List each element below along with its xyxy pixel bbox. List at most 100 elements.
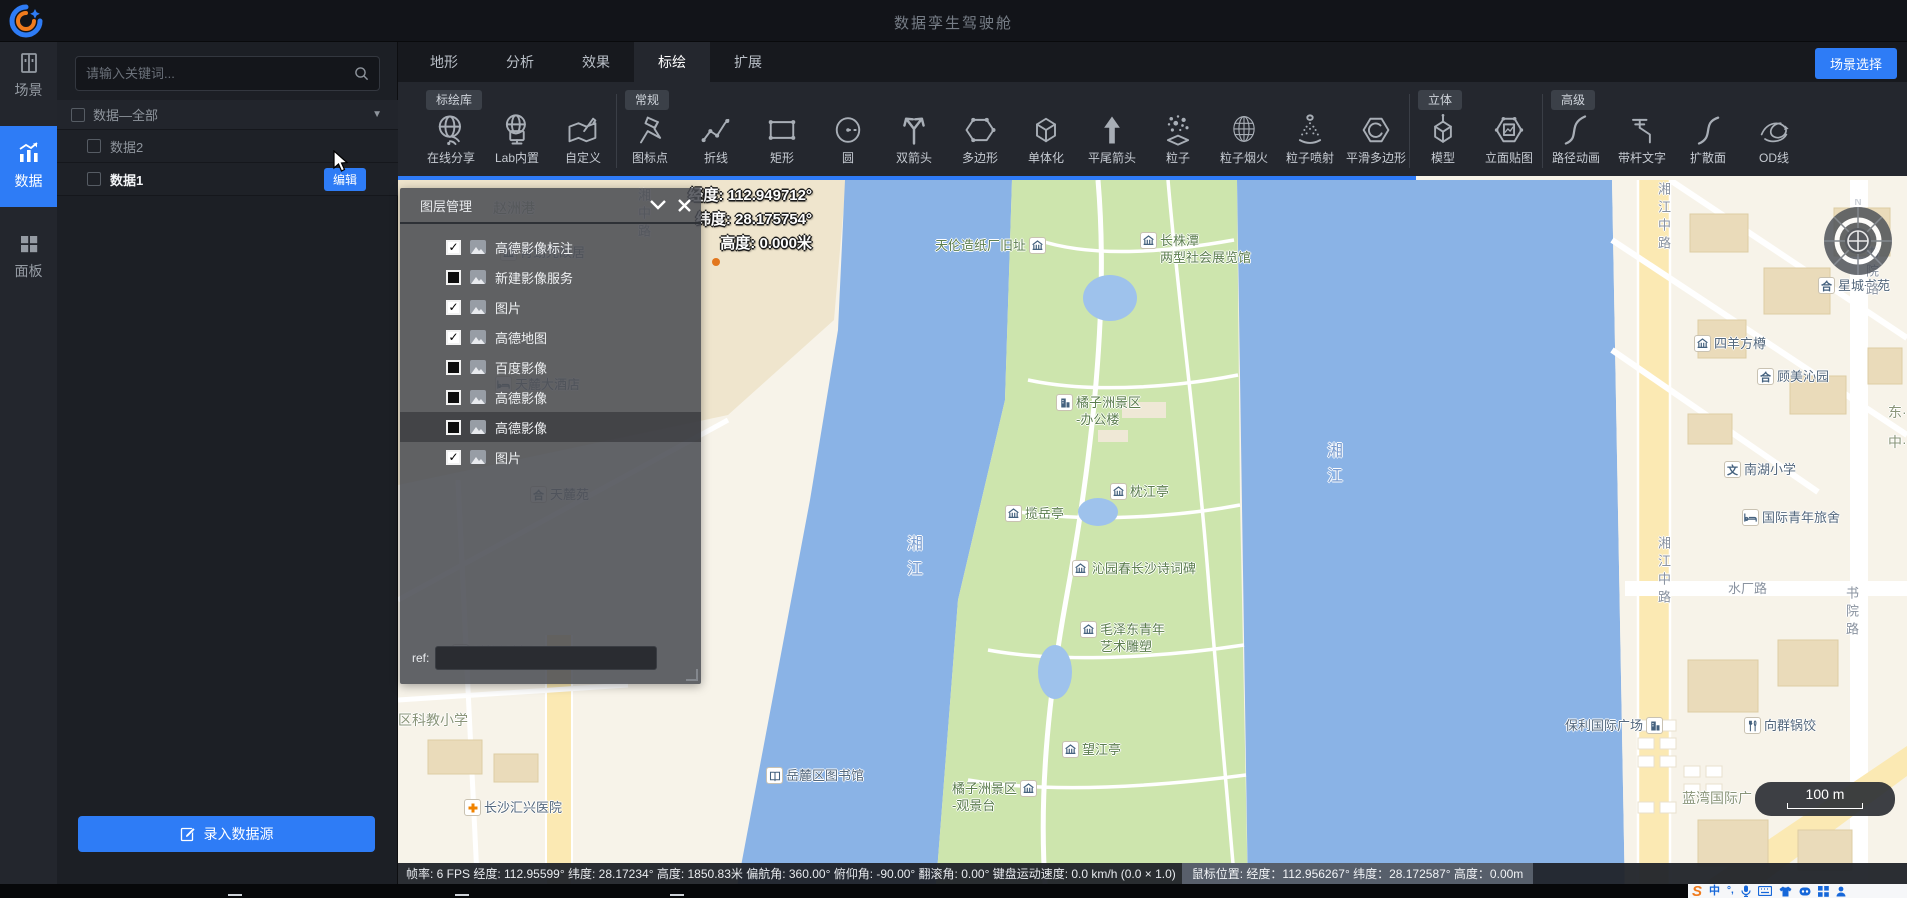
keyboard-icon[interactable] bbox=[1758, 886, 1772, 896]
layer-checkbox[interactable]: ✓ bbox=[446, 330, 461, 345]
tool-路径动画[interactable]: 路径动画 bbox=[1543, 112, 1609, 166]
tab-扩展[interactable]: 扩展 bbox=[710, 42, 786, 82]
tool-平滑多边形[interactable]: 平滑多边形 bbox=[1343, 112, 1409, 166]
sidebar-item-数据[interactable]: 数据 bbox=[0, 126, 57, 207]
item-checkbox[interactable] bbox=[87, 139, 101, 153]
layer-label: 图片 bbox=[495, 298, 521, 317]
layer-checkbox[interactable] bbox=[446, 390, 461, 405]
collapse-icon[interactable] bbox=[650, 200, 666, 210]
layer-row-高德影像标注[interactable]: ✓高德影像标注 bbox=[400, 232, 701, 262]
tree-root-row[interactable]: 数据—全部 ▼ bbox=[57, 100, 398, 130]
sidebar-item-场景[interactable]: 场景 bbox=[0, 42, 57, 110]
tab-地形[interactable]: 地形 bbox=[406, 42, 482, 82]
tool-单体化[interactable]: 单体化 bbox=[1013, 112, 1079, 166]
map-poi-label: 文南湖小学 bbox=[1724, 461, 1796, 478]
poi-pav-icon bbox=[1110, 483, 1127, 500]
tool-圆[interactable]: 圆 bbox=[815, 112, 881, 166]
tool-Lab内置[interactable]: Lab内置 bbox=[484, 112, 550, 166]
poi-hotel-icon bbox=[1742, 509, 1759, 526]
sidebar-item-面板[interactable]: 面板 bbox=[0, 223, 57, 291]
layer-row-高德影像[interactable]: 高德影像 bbox=[400, 382, 701, 412]
add-datasource-button[interactable]: 录入数据源 bbox=[78, 816, 375, 852]
map-poi-label: 向群锅饺 bbox=[1744, 717, 1816, 734]
chevron-down-icon[interactable]: ▼ bbox=[372, 109, 382, 120]
toolbox-grid-icon[interactable] bbox=[1818, 886, 1829, 897]
tab-效果[interactable]: 效果 bbox=[558, 42, 634, 82]
tool-双箭头[interactable]: 双箭头 bbox=[881, 112, 947, 166]
polygon-icon bbox=[962, 112, 998, 148]
tool-扩散面[interactable]: 扩散面 bbox=[1675, 112, 1741, 166]
tool-OD线[interactable]: OD线 bbox=[1741, 112, 1807, 166]
tool-带杆文字[interactable]: 带杆文字 bbox=[1609, 112, 1675, 166]
tool-粒子烟火[interactable]: 粒子烟火 bbox=[1211, 112, 1277, 166]
tab-标绘[interactable]: 标绘 bbox=[634, 42, 710, 82]
image-layer-icon bbox=[470, 330, 486, 344]
layer-row-图片[interactable]: ✓图片 bbox=[400, 442, 701, 472]
ref-input[interactable] bbox=[435, 646, 657, 670]
map-poi-label: 望江亭 bbox=[1062, 741, 1121, 758]
picked-point-marker bbox=[712, 258, 720, 266]
person-icon[interactable] bbox=[1836, 886, 1846, 897]
layer-row-百度影像[interactable]: 百度影像 bbox=[400, 352, 701, 382]
tab-分析[interactable]: 分析 bbox=[482, 42, 558, 82]
map-poi-label: 毛泽东青年艺术雕塑 bbox=[1080, 621, 1165, 655]
image-layer-icon bbox=[470, 300, 486, 314]
search-input[interactable] bbox=[76, 66, 354, 81]
skin-shirt-icon[interactable] bbox=[1779, 886, 1792, 897]
ime-cn-mode-icon[interactable]: 中 bbox=[1709, 886, 1720, 897]
tool-图标点[interactable]: 图标点 bbox=[617, 112, 683, 166]
tool-粒子喷射[interactable]: 粒子喷射 bbox=[1277, 112, 1343, 166]
robot-face-icon[interactable] bbox=[1799, 886, 1811, 896]
microphone-icon[interactable] bbox=[1741, 885, 1751, 897]
firework-icon bbox=[1226, 112, 1262, 148]
compass-control[interactable]: N bbox=[1818, 199, 1898, 279]
layer-checkbox[interactable] bbox=[446, 360, 461, 375]
map-poi-label: 橘子洲景区-观景台 bbox=[952, 780, 1037, 814]
layer-row-图片[interactable]: ✓ 图片 bbox=[400, 292, 701, 322]
tool-平尾箭头[interactable]: 平尾箭头 bbox=[1079, 112, 1145, 166]
layer-checkbox[interactable] bbox=[446, 420, 461, 435]
tool-矩形[interactable]: 矩形 bbox=[749, 112, 815, 166]
image-layer-icon bbox=[470, 360, 486, 374]
layer-checkbox[interactable]: ✓ bbox=[446, 300, 461, 315]
item-checkbox[interactable] bbox=[87, 172, 101, 186]
ime-punctuation-icon[interactable]: °, bbox=[1727, 886, 1734, 896]
layer-label: 高德影像 bbox=[495, 388, 547, 407]
map-poi-label: 四羊方樽 bbox=[1694, 335, 1766, 352]
layer-row-高德影像[interactable]: 高德影像 bbox=[400, 412, 701, 442]
poi-food-icon bbox=[1744, 717, 1761, 734]
scene-select-button[interactable]: 场景选择 bbox=[1815, 48, 1897, 79]
dialog-resize-handle[interactable] bbox=[686, 669, 698, 681]
tool-模型[interactable]: 模型 bbox=[1410, 112, 1476, 166]
ime-toolbar[interactable]: S 中 °, bbox=[1688, 884, 1907, 898]
layer-row-高德地图[interactable]: ✓高德地图 bbox=[400, 322, 701, 352]
poi-school-icon: 文 bbox=[1724, 461, 1741, 478]
taskbar-window-tick[interactable] bbox=[228, 894, 242, 896]
layer-checkbox[interactable]: ✓ bbox=[446, 240, 461, 255]
sogou-logo-icon[interactable]: S bbox=[1692, 884, 1702, 898]
taskbar-window-tick[interactable] bbox=[670, 894, 684, 896]
map-road-label: 湘江中路 bbox=[1654, 182, 1673, 254]
layer-row-新建影像服务[interactable]: 新建影像服务 bbox=[400, 262, 701, 292]
layer-checkbox[interactable] bbox=[446, 270, 461, 285]
map-poi-label: 保利国际广场 bbox=[1565, 717, 1663, 734]
tool-折线[interactable]: 折线 bbox=[683, 112, 749, 166]
dialog-title: 图层管理 bbox=[420, 196, 472, 215]
poi-bldg-icon bbox=[1646, 717, 1663, 734]
layer-checkbox[interactable]: ✓ bbox=[446, 450, 461, 465]
tool-自定义[interactable]: 自定义 bbox=[550, 112, 616, 166]
taskbar-window-tick[interactable] bbox=[455, 894, 469, 896]
loading-progress-bar bbox=[398, 176, 1416, 180]
smooth-poly-icon bbox=[1358, 112, 1394, 148]
tool-多边形[interactable]: 多边形 bbox=[947, 112, 1013, 166]
search-icon[interactable] bbox=[354, 66, 369, 81]
data-icon bbox=[16, 140, 42, 166]
poi-bldg-icon bbox=[1056, 394, 1073, 411]
close-icon[interactable] bbox=[678, 199, 691, 212]
tool-粒子[interactable]: 粒子 bbox=[1145, 112, 1211, 166]
tool-立面贴图[interactable]: 立面贴图 bbox=[1476, 112, 1542, 166]
app-root: 数据孪生驾驶舱 场景数据面板 数据—全部 ▼ 数据2数据1编辑 录入数据源 地形 bbox=[0, 0, 1907, 898]
tree-root-checkbox[interactable] bbox=[71, 108, 85, 122]
tool-在线分享[interactable]: 在线分享 bbox=[418, 112, 484, 166]
share-globe-icon bbox=[433, 112, 469, 148]
